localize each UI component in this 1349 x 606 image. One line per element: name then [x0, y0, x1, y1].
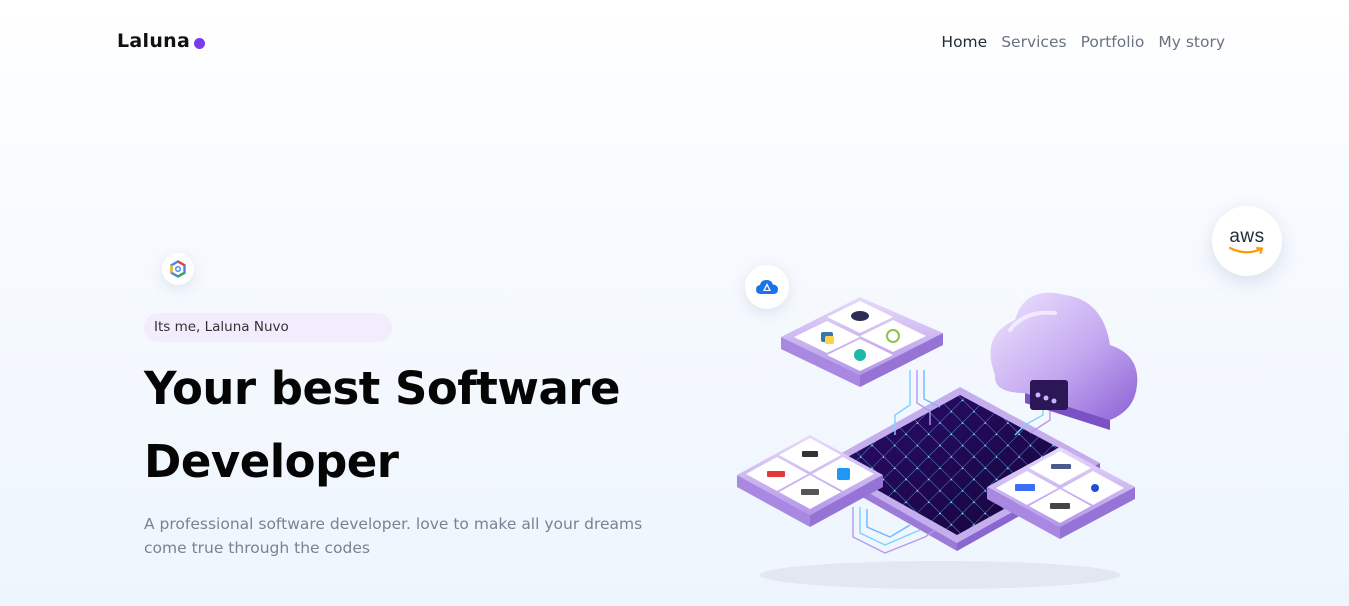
nav-home-link[interactable]: Home — [941, 33, 987, 51]
google-cloud-badge — [162, 253, 194, 285]
tile-cluster-top — [781, 297, 943, 387]
navbar: Laluna Home Services Portfolio My story — [0, 0, 1349, 90]
hero-headline: Your best Software Developer — [144, 352, 704, 498]
google-cloud-icon — [170, 260, 186, 278]
brand-dot-icon — [194, 37, 206, 49]
aws-smile-icon — [1228, 246, 1264, 254]
cloud-shape — [990, 292, 1138, 430]
brand-name: Laluna — [117, 30, 191, 52]
nav-portfolio-link[interactable]: Portfolio — [1081, 33, 1145, 51]
ground-shadow — [760, 561, 1120, 589]
brand-logo[interactable]: Laluna — [117, 30, 206, 52]
nav-services-link[interactable]: Services — [1001, 33, 1066, 51]
aws-badge: aws — [1212, 206, 1282, 276]
hero-headline-line-1: Your best Software — [144, 362, 621, 415]
nav-my-story-link[interactable]: My story — [1158, 33, 1225, 51]
intro-tag: Its me, Laluna Nuvo — [144, 313, 392, 342]
main-menu: Home Services Portfolio My story — [941, 33, 1225, 51]
hero-headline-line-2: Developer — [144, 435, 399, 488]
hero-description: A professional software developer. love … — [144, 515, 643, 557]
aws-label: aws — [1229, 225, 1265, 247]
cloud-platform-illustration — [737, 292, 1138, 589]
